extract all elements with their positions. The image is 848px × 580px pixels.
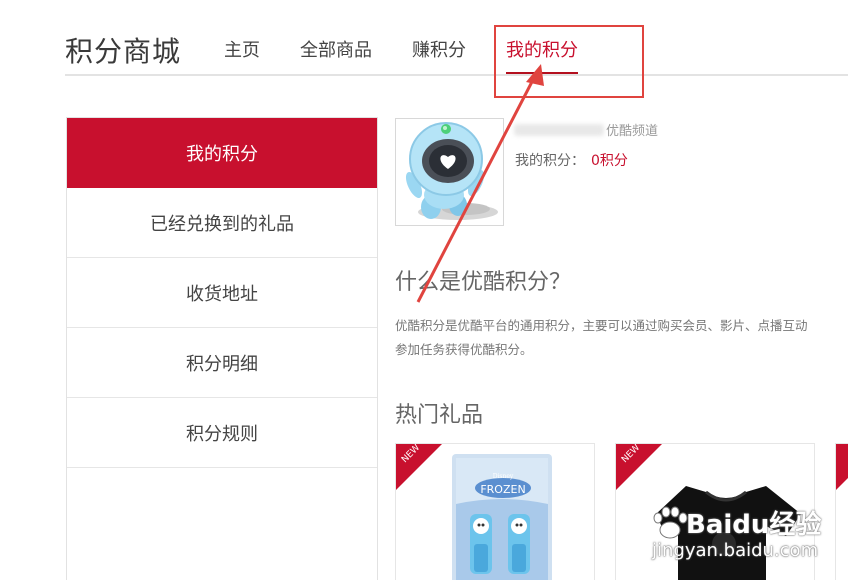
sidebar-item-points-detail[interactable]: 积分明细 (67, 328, 377, 398)
sidebar-item-points-rules[interactable]: 积分规则 (67, 398, 377, 468)
sidebar-item-shipping-address[interactable]: 收货地址 (67, 258, 377, 328)
watermark-url: jingyan.baidu.com (652, 540, 819, 561)
sidebar-item-redeemed-gifts[interactable]: 已经兑换到的礼品 (67, 188, 377, 258)
avatar[interactable] (395, 118, 504, 226)
about-line-2: 参加任务获得优酷积分。 (395, 342, 533, 357)
username-blurred: 优酷频道 (514, 120, 679, 140)
points-value[interactable]: 0积分 (591, 153, 628, 169)
sidebar: 我的积分 已经兑换到的礼品 收货地址 积分明细 积分规则 (66, 117, 378, 580)
disney-logo-text: Disney (493, 473, 514, 480)
points-row: 我的积分： 0积分 (515, 150, 628, 170)
blur-mask (514, 124, 604, 136)
section-title-hot: 热门礼品 (395, 403, 484, 428)
watermark-text: Baidu经验 (686, 510, 822, 540)
nav-home[interactable]: 主页 (224, 36, 260, 66)
annotation-highlight-box (494, 25, 644, 98)
nav-all-products[interactable]: 全部商品 (300, 36, 372, 66)
sidebar-item-my-points[interactable]: 我的积分 (67, 118, 377, 188)
page: 积分商城 主页 全部商品 赚积分 我的积分 我的积分 已经兑换到的礼品 收货地址… (0, 0, 848, 580)
nav-earn-points[interactable]: 赚积分 (412, 36, 466, 66)
watermark: Baidu经验 jingyan.baidu.com (650, 500, 848, 575)
points-label: 我的积分： (515, 153, 585, 169)
about-description: 优酷积分是优酷平台的通用积分，主要可以通过购买会员、影片、点播互动 参加任务获得… (395, 314, 848, 362)
paw-logo-icon (653, 506, 688, 539)
about-line-1: 优酷积分是优酷平台的通用积分，主要可以通过购买会员、影片、点播互动 (395, 318, 808, 333)
new-ribbon (836, 444, 848, 490)
header-divider (65, 74, 848, 76)
frozen-logo-text: FROZEN (480, 483, 525, 496)
username-partial: 优酷频道 (606, 124, 659, 139)
section-title-what: 什么是优酷积分？ (395, 270, 572, 295)
site-brand[interactable]: 积分商城 (65, 30, 181, 70)
robot-avatar-icon (405, 122, 498, 220)
gift-card[interactable]: FROZEN Disney NEW (395, 443, 595, 580)
